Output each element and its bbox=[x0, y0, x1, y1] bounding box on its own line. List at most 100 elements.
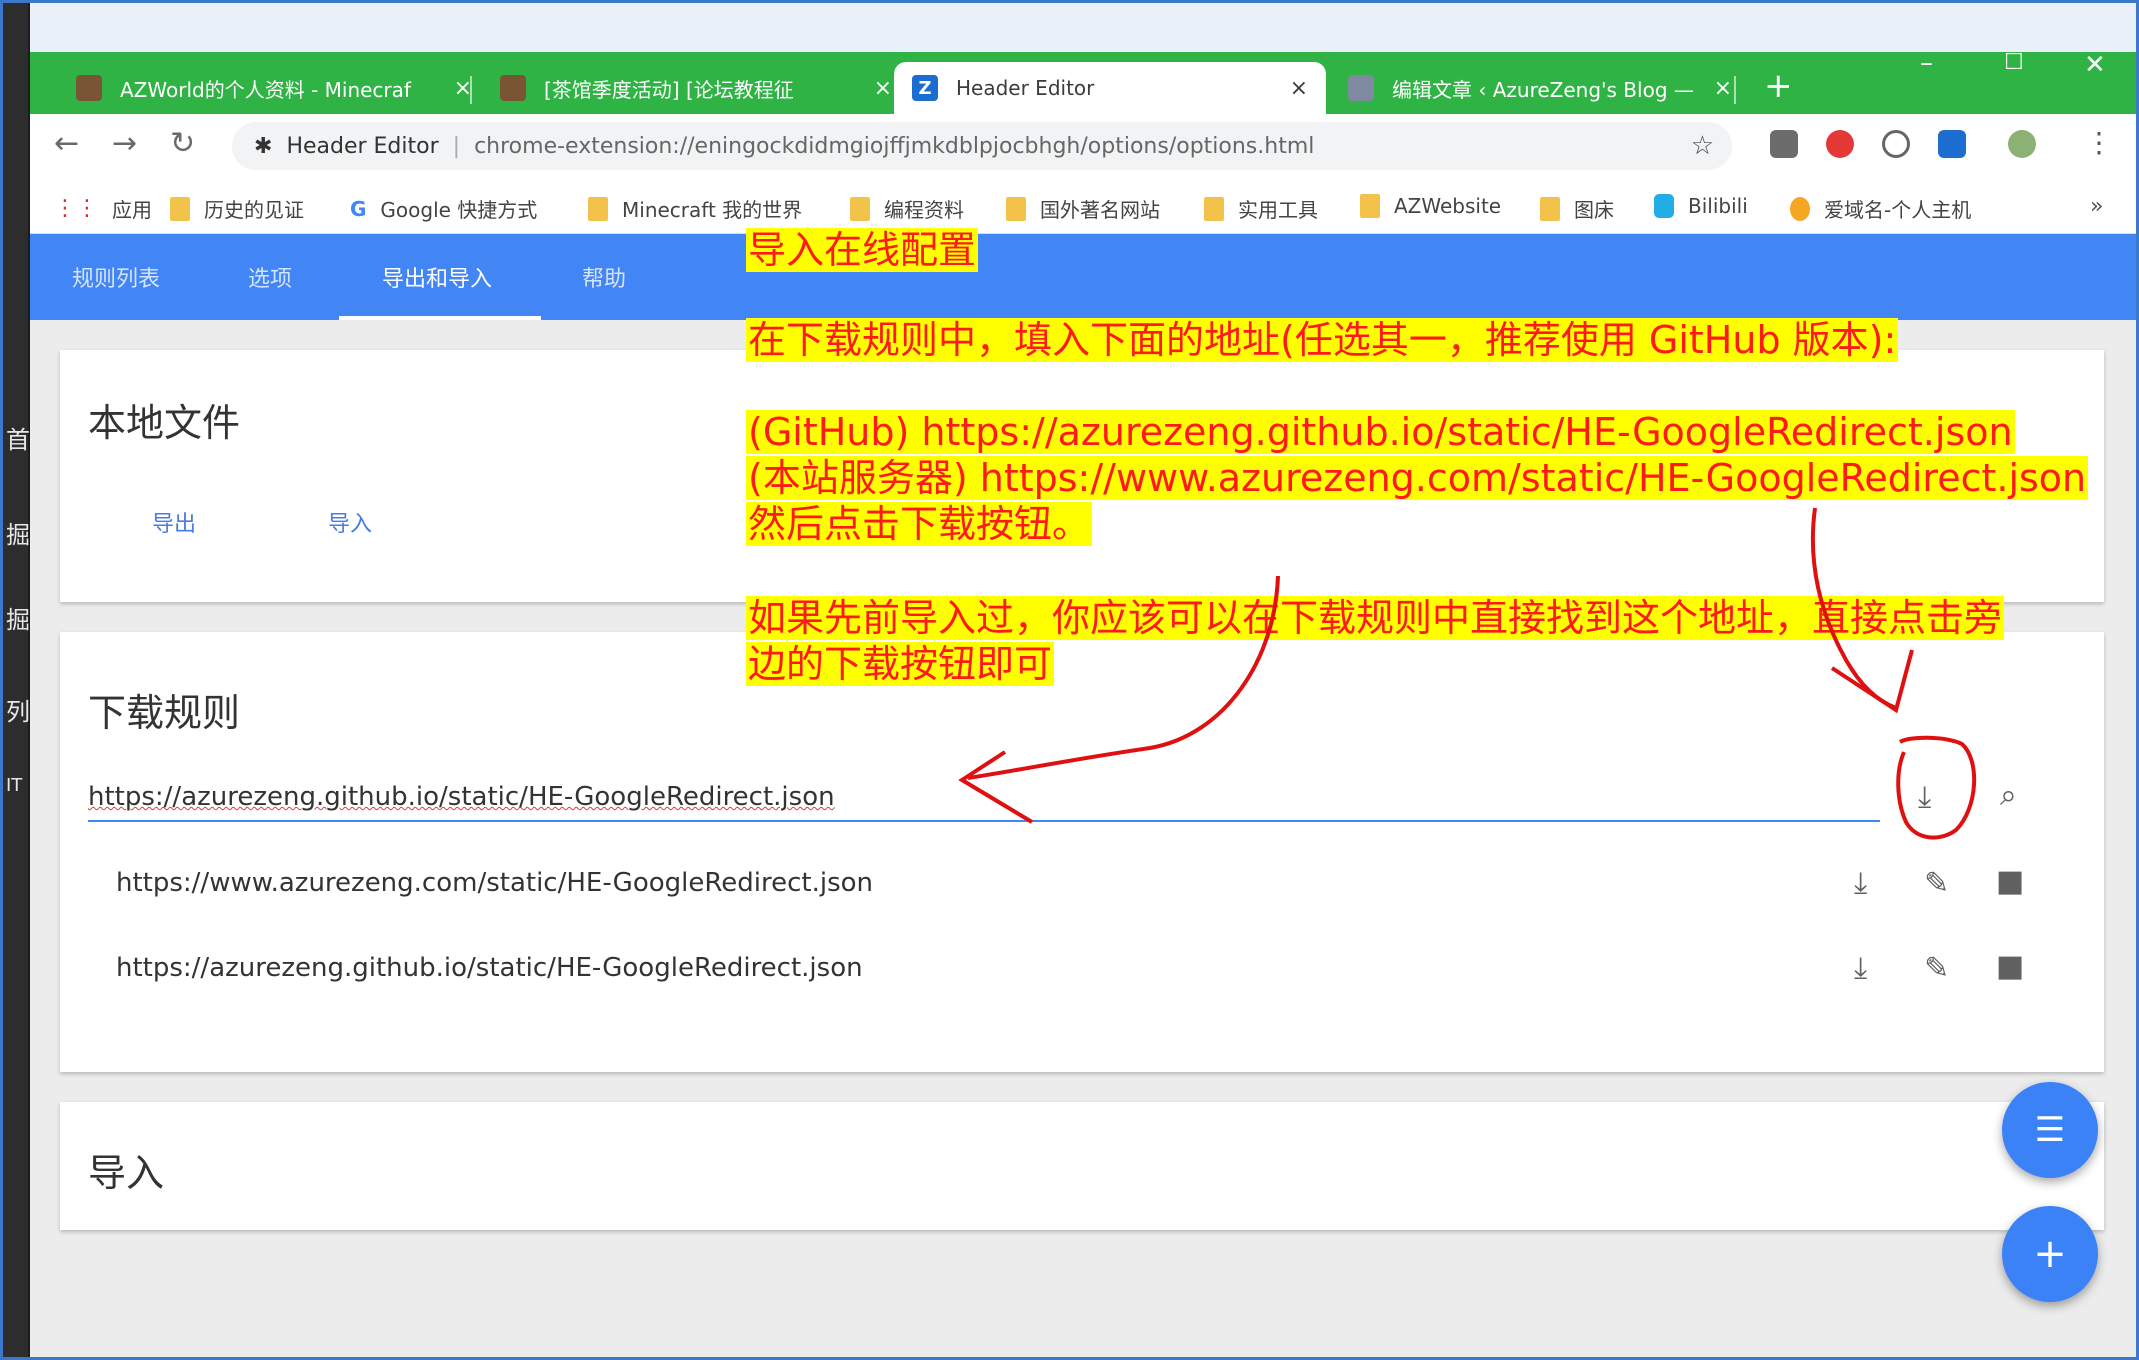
annotation-text: 边的下载按钮即可 bbox=[746, 642, 1055, 686]
bookmark-star-icon[interactable]: ☆ bbox=[1691, 131, 1714, 161]
download-rule-item: https://www.azurezeng.com/static/HE-Goog… bbox=[116, 868, 874, 898]
plus-icon: + bbox=[2033, 1231, 2067, 1277]
tab-forum-event[interactable]: [茶馆季度活动] [论坛教程征 × bbox=[482, 62, 910, 114]
sun-icon bbox=[1790, 196, 1810, 221]
tab-title: AZWorld的个人资料 - Minecraf bbox=[120, 77, 411, 102]
folder-icon bbox=[1360, 194, 1380, 218]
download-rules-title: 下载规则 bbox=[88, 691, 241, 735]
playlist-check-icon: ☰ bbox=[2034, 1110, 2066, 1150]
download-url-input[interactable]: https://azurezeng.github.io/static/HE-Go… bbox=[88, 774, 1880, 822]
minecraft-icon bbox=[500, 75, 526, 101]
close-icon[interactable]: × bbox=[1290, 76, 1308, 101]
folder-icon bbox=[1540, 196, 1560, 221]
tab-export-import[interactable]: 导出和导入 bbox=[382, 234, 492, 320]
bookmarks-bar: ⋮⋮ 应用 历史的见证 G Google 快捷方式 Minecraft 我的世界 编… bbox=[30, 178, 2139, 234]
annotation-text: 然后点击下载按钮。 bbox=[746, 502, 1093, 546]
tab-minecraft-profile[interactable]: AZWorld的个人资料 - Minecraf × bbox=[58, 62, 490, 114]
adblock-icon[interactable] bbox=[1826, 130, 1854, 158]
bookmark-host[interactable]: 爱域名-个人主机 bbox=[1790, 194, 1971, 223]
bookmark-folder[interactable]: 历史的见证 bbox=[170, 194, 304, 223]
trash-icon[interactable]: ■ bbox=[1996, 949, 2024, 984]
bookmark-folder[interactable]: Minecraft 我的世界 bbox=[588, 194, 802, 223]
bookmarks-more-button[interactable]: » bbox=[2090, 194, 2103, 219]
annotation-text: 在下载规则中，填入下面的地址(任选其一，推荐使用 GitHub 版本): bbox=[746, 318, 1899, 362]
tab-help[interactable]: 帮助 bbox=[582, 234, 626, 320]
bookmark-folder[interactable]: 编程资料 bbox=[850, 194, 964, 223]
close-window-button[interactable]: ✕ bbox=[2084, 52, 2106, 80]
bookmark-label: 应用 bbox=[112, 198, 152, 222]
trash-icon[interactable]: ■ bbox=[1996, 864, 2024, 899]
edit-pencil-icon[interactable]: ✎ bbox=[1924, 866, 1949, 901]
omnibox-site-name: Header Editor bbox=[286, 133, 439, 159]
tab-rule-list[interactable]: 规则列表 bbox=[72, 234, 160, 320]
tab-title: 编辑文章 ‹ AzureZeng's Blog — bbox=[1392, 77, 1694, 102]
apps-icon: ⋮⋮ bbox=[54, 196, 98, 221]
maximize-button[interactable]: ☐ bbox=[2004, 52, 2024, 75]
reload-icon[interactable]: ↻ bbox=[170, 126, 195, 161]
bookmark-apps[interactable]: ⋮⋮ 应用 bbox=[54, 194, 152, 223]
desktop-text: 掘 bbox=[6, 521, 30, 549]
download-rule-item: https://azurezeng.github.io/static/HE-Go… bbox=[116, 953, 863, 983]
download-rules-card: 下载规则 bbox=[60, 632, 2104, 1072]
desktop-text: 首 bbox=[6, 426, 30, 454]
bookmark-label: 实用工具 bbox=[1238, 198, 1318, 222]
bookmark-label: Minecraft 我的世界 bbox=[622, 198, 803, 222]
bookmark-label: Bilibili bbox=[1688, 194, 1748, 218]
bookmark-label: Google 快捷方式 bbox=[380, 198, 538, 222]
bookmark-folder[interactable]: 国外著名网站 bbox=[1006, 194, 1160, 223]
download-icon[interactable]: ⤓ bbox=[1918, 780, 1931, 815]
address-bar[interactable]: ✱ Header Editor | chrome-extension://eni… bbox=[232, 122, 1732, 170]
bookmark-folder[interactable]: 实用工具 bbox=[1204, 194, 1318, 223]
bookmark-label: 历史的见证 bbox=[204, 198, 304, 222]
header-editor-icon[interactable] bbox=[1938, 130, 1966, 158]
forward-arrow-icon[interactable]: → bbox=[112, 126, 137, 161]
header-editor-icon: Z bbox=[912, 75, 938, 101]
download-icon[interactable]: ⤓ bbox=[1854, 951, 1867, 986]
omnibox-url: chrome-extension://eningockdidmgiojffjmk… bbox=[474, 133, 1315, 159]
download-icon[interactable]: ⤓ bbox=[1854, 866, 1867, 901]
tab-divider bbox=[1734, 76, 1736, 104]
export-button[interactable]: 导出 bbox=[152, 506, 196, 538]
bookmark-label: AZWebsite bbox=[1394, 194, 1502, 218]
add-rule-button[interactable]: + bbox=[2002, 1206, 2098, 1302]
desktop-text: 掘 bbox=[6, 606, 30, 634]
tab-header-editor[interactable]: Z Header Editor × bbox=[894, 62, 1326, 114]
browser-toolbar: ← → ↻ ✱ Header Editor | chrome-extension… bbox=[30, 114, 2139, 178]
bookmark-folder[interactable]: 图床 bbox=[1540, 194, 1614, 223]
new-tab-button[interactable]: + bbox=[1764, 66, 1793, 106]
extension-icon[interactable] bbox=[1882, 130, 1910, 158]
tab-strip: AZWorld的个人资料 - Minecraf × [茶馆季度活动] [论坛教程… bbox=[30, 52, 2139, 114]
download-url-value: https://azurezeng.github.io/static/HE-Go… bbox=[88, 782, 835, 812]
bookmark-label: 图床 bbox=[1574, 198, 1614, 222]
folder-icon bbox=[1204, 196, 1224, 221]
bookmark-google[interactable]: G Google 快捷方式 bbox=[350, 194, 537, 223]
active-tab-indicator bbox=[339, 316, 541, 320]
import-section-title: 导入 bbox=[88, 1151, 165, 1195]
menu-dots-icon[interactable]: ⋮ bbox=[2085, 126, 2113, 159]
tab-divider bbox=[470, 76, 472, 104]
tab-blog-edit[interactable]: 编辑文章 ‹ AzureZeng's Blog — × bbox=[1330, 62, 1750, 114]
close-icon[interactable]: × bbox=[874, 76, 892, 101]
import-button[interactable]: 导入 bbox=[328, 506, 372, 538]
extension-icon[interactable] bbox=[1770, 130, 1798, 158]
bookmark-bilibili[interactable]: Bilibili bbox=[1654, 194, 1748, 218]
app-nav-bar: 规则列表 选项 导出和导入 帮助 bbox=[30, 234, 2139, 320]
avatar[interactable] bbox=[2008, 130, 2036, 158]
extension-puzzle-icon: ✱ bbox=[254, 133, 273, 159]
back-arrow-icon[interactable]: ← bbox=[54, 126, 79, 161]
minimize-button[interactable]: – bbox=[1920, 52, 1933, 78]
bookmark-folder[interactable]: AZWebsite bbox=[1360, 194, 1501, 218]
batch-select-button[interactable]: ☰ bbox=[2002, 1082, 2098, 1178]
folder-icon bbox=[1006, 196, 1026, 221]
local-file-title: 本地文件 bbox=[88, 401, 241, 445]
edit-pencil-icon[interactable]: ✎ bbox=[1924, 951, 1949, 986]
desktop-background: 首 掘 掘 列 IT bbox=[0, 0, 30, 1360]
browser-window: AZWorld的个人资料 - Minecraf × [茶馆季度活动] [论坛教程… bbox=[30, 52, 2139, 1357]
annotation-text: 如果先前导入过，你应该可以在下载规则中直接找到这个地址，直接点击旁 bbox=[746, 596, 2005, 640]
search-icon[interactable]: ⌕ bbox=[2000, 778, 2017, 813]
close-icon[interactable]: × bbox=[1714, 76, 1732, 101]
tab-options[interactable]: 选项 bbox=[248, 234, 292, 320]
bookmark-label: 爱域名-个人主机 bbox=[1824, 198, 1972, 222]
import-card: 导入 bbox=[60, 1102, 2104, 1230]
bookmark-label: 国外著名网站 bbox=[1040, 198, 1160, 222]
